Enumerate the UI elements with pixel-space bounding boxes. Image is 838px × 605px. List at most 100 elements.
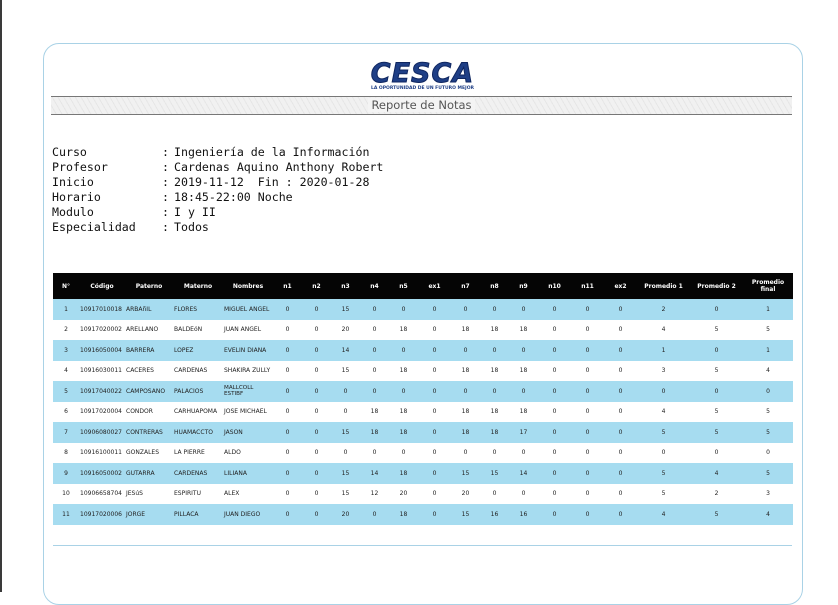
table-cell: JOSE MICHAEL bbox=[223, 401, 273, 422]
table-cell: SHAKIRA ZULLY bbox=[223, 360, 273, 381]
left-border bbox=[0, 0, 2, 592]
table-cell: 15 bbox=[331, 463, 360, 484]
table-cell: 16 bbox=[480, 504, 509, 525]
table-row: 1 10917010018 ARBAñIL FLORES MIGUEL ANGEL 0 0 1… bbox=[53, 299, 793, 320]
table-cell: 0 bbox=[509, 299, 538, 320]
table-cell: 0 bbox=[360, 319, 389, 340]
logo-tagline: LA OPORTUNIDAD DE UN FUTURO MEJOR bbox=[370, 86, 474, 91]
column-header: n11 bbox=[571, 273, 604, 299]
table-cell: 10916050002 bbox=[79, 463, 125, 484]
table-row: 9 10916050002 GUTARRA CARDENAS LILIANA 0 0 15 14… bbox=[53, 463, 793, 484]
separator: : bbox=[162, 220, 169, 234]
table-row: 10 10906658704 JESúS ESPIRITU ALEX 0 0 15 12 20 0 2… bbox=[53, 483, 793, 504]
table-row: 2 10917020002 ARELLANO BALDEóN JUAN ANGEL 0 0 2… bbox=[53, 319, 793, 340]
table-cell: 5 bbox=[53, 381, 79, 402]
table-cell: 7 bbox=[53, 422, 79, 443]
info-row-horario: Horario:18:45-22:00 Noche bbox=[52, 190, 383, 205]
table-cell: 0 bbox=[538, 422, 571, 443]
table-cell: 15 bbox=[331, 299, 360, 320]
table-cell: 0 bbox=[509, 381, 538, 402]
table-cell: 0 bbox=[418, 463, 451, 484]
table-cell: 0 bbox=[360, 504, 389, 525]
table-cell: 5 bbox=[743, 319, 793, 340]
table-cell: 0 bbox=[273, 483, 302, 504]
table-cell: 0 bbox=[418, 504, 451, 525]
table-cell: 1 bbox=[743, 340, 793, 361]
table-cell: 0 bbox=[743, 442, 793, 463]
table-cell: EVELIN DIANA bbox=[223, 340, 273, 361]
column-header: Promedio final bbox=[743, 273, 793, 299]
table-cell: CONDOR bbox=[125, 401, 173, 422]
table-cell: 0 bbox=[302, 504, 331, 525]
table-cell: 10916030011 bbox=[79, 360, 125, 381]
table-cell: 5 bbox=[690, 401, 743, 422]
table-row: 11 10917020006 JORGE PILLACA JUAN DIEGO 0 0 20 0… bbox=[53, 504, 793, 525]
column-header: Código bbox=[79, 273, 125, 299]
table-cell: 0 bbox=[302, 483, 331, 504]
table-cell: CONTRERAS bbox=[125, 422, 173, 443]
table-cell: 0 bbox=[418, 340, 451, 361]
table-cell: 5 bbox=[690, 504, 743, 525]
table-cell: CARHUAPOMA bbox=[173, 401, 223, 422]
table-row: 7 10906080027 CONTRERAS HUAMACCTO JASON 0 0 15 1… bbox=[53, 422, 793, 443]
column-header: Promedio 1 bbox=[637, 273, 690, 299]
table-cell: 0 bbox=[538, 401, 571, 422]
table-cell: 20 bbox=[331, 504, 360, 525]
table-cell: 0 bbox=[571, 381, 604, 402]
table-cell: 15 bbox=[451, 463, 480, 484]
table-cell: 0 bbox=[538, 504, 571, 525]
column-header: n8 bbox=[480, 273, 509, 299]
table-cell: 0 bbox=[418, 299, 451, 320]
table-cell: 0 bbox=[604, 360, 637, 381]
table-cell: 10917020004 bbox=[79, 401, 125, 422]
table-cell: 10 bbox=[53, 483, 79, 504]
table-cell: 0 bbox=[509, 340, 538, 361]
table-cell: 5 bbox=[743, 463, 793, 484]
table-cell: 10916050004 bbox=[79, 340, 125, 361]
table-cell: 0 bbox=[273, 442, 302, 463]
table-cell: 20 bbox=[451, 483, 480, 504]
table-cell: 0 bbox=[604, 504, 637, 525]
table-cell: 0 bbox=[743, 381, 793, 402]
table-cell: 0 bbox=[571, 299, 604, 320]
title-band: Reporte de Notas bbox=[51, 96, 792, 115]
table-cell: 0 bbox=[273, 504, 302, 525]
table-cell: HUAMACCTO bbox=[173, 422, 223, 443]
table-cell: BARRERA bbox=[125, 340, 173, 361]
especialidad-value: Todos bbox=[174, 220, 209, 234]
column-header: N° bbox=[53, 273, 79, 299]
table-cell: 18 bbox=[480, 422, 509, 443]
table-cell: 15 bbox=[331, 483, 360, 504]
table-cell: ALDO bbox=[223, 442, 273, 463]
table-cell: 0 bbox=[331, 381, 360, 402]
table-cell: 18 bbox=[509, 360, 538, 381]
table-cell: 15 bbox=[480, 463, 509, 484]
separator: : bbox=[162, 160, 169, 174]
table-cell: 0 bbox=[604, 442, 637, 463]
table-cell: JUAN ANGEL bbox=[223, 319, 273, 340]
table-cell: 2 bbox=[637, 299, 690, 320]
table-cell: 18 bbox=[480, 319, 509, 340]
table-cell: 0 bbox=[571, 340, 604, 361]
modulo-value: I y II bbox=[174, 205, 216, 219]
table-cell: 18 bbox=[451, 401, 480, 422]
table-cell: 0 bbox=[690, 381, 743, 402]
table-cell: 0 bbox=[273, 422, 302, 443]
column-header: ex1 bbox=[418, 273, 451, 299]
table-cell: 0 bbox=[480, 299, 509, 320]
separator: : bbox=[162, 175, 169, 189]
table-cell: ARBAñIL bbox=[125, 299, 173, 320]
table-cell: ESPIRITU bbox=[173, 483, 223, 504]
table-cell: 5 bbox=[690, 319, 743, 340]
table-cell: 5 bbox=[690, 422, 743, 443]
column-header: ex2 bbox=[604, 273, 637, 299]
table-cell: MALLCOLL ESTIBF bbox=[223, 381, 273, 402]
curso-value: Ingeniería de la Información bbox=[174, 145, 370, 159]
table-cell: 0 bbox=[571, 463, 604, 484]
table-cell: 0 bbox=[273, 299, 302, 320]
table-cell: 10906658704 bbox=[79, 483, 125, 504]
table-cell: 1 bbox=[53, 299, 79, 320]
table-cell: 18 bbox=[389, 319, 418, 340]
table-cell: CACERES bbox=[125, 360, 173, 381]
table-cell: 0 bbox=[302, 442, 331, 463]
